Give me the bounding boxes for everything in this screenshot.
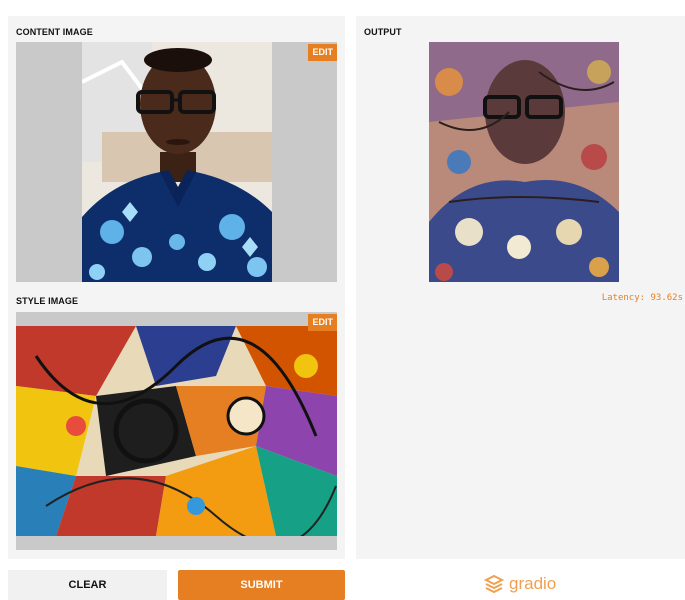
clear-button[interactable]: CLEAR xyxy=(8,570,167,600)
style-image xyxy=(16,326,337,536)
output-panel: OUTPUT Latency: 93.62s xyxy=(356,16,685,559)
gradio-brand-text: gradio xyxy=(509,574,557,593)
submit-button[interactable]: SUBMIT xyxy=(178,570,345,600)
style-image-dropzone[interactable]: EDIT xyxy=(16,312,337,550)
output-label: OUTPUT xyxy=(364,27,402,37)
output-image xyxy=(429,42,619,282)
style-image-label: STYLE IMAGE xyxy=(16,296,79,306)
content-image-dropzone[interactable]: EDIT xyxy=(16,42,337,282)
input-panel: CONTENT IMAGE EDIT STYLE IMAGE EDIT xyxy=(8,16,345,559)
content-image xyxy=(82,42,272,282)
gradio-logo-icon xyxy=(484,574,504,594)
latency-text: Latency: 93.62s xyxy=(601,293,683,303)
style-edit-button[interactable]: EDIT xyxy=(308,314,337,331)
content-image-label: CONTENT IMAGE xyxy=(16,27,93,37)
gradio-branding[interactable]: gradio xyxy=(484,572,556,596)
content-edit-button[interactable]: EDIT xyxy=(308,44,337,61)
